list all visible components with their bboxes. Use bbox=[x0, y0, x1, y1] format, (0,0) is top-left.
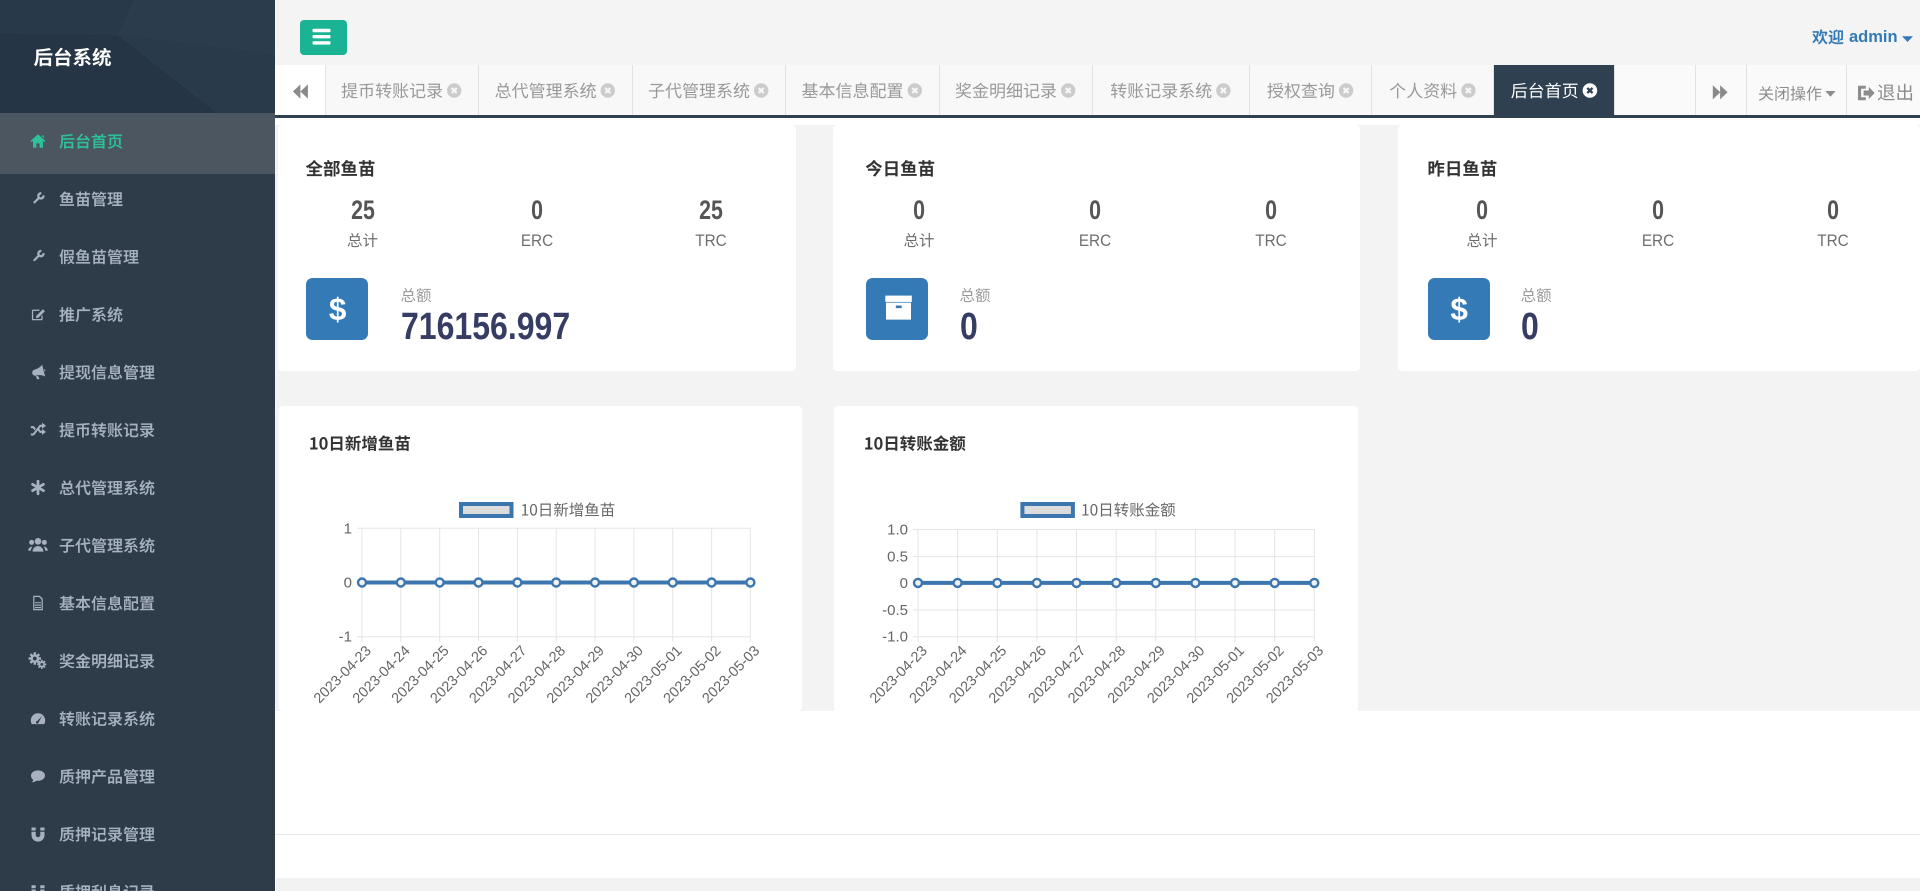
svg-text:0: 0 bbox=[900, 575, 908, 592]
svg-text:0.5: 0.5 bbox=[887, 549, 908, 566]
svg-text:-0.5: -0.5 bbox=[882, 602, 908, 619]
svg-text:$: $ bbox=[329, 291, 347, 327]
svg-text:-1: -1 bbox=[339, 629, 352, 646]
svg-text:-1.0: -1.0 bbox=[882, 629, 908, 646]
svg-text:$: $ bbox=[1450, 291, 1468, 327]
svg-text:0: 0 bbox=[344, 575, 352, 592]
svg-text:1: 1 bbox=[344, 520, 352, 537]
svg-text:1.0: 1.0 bbox=[887, 522, 908, 539]
